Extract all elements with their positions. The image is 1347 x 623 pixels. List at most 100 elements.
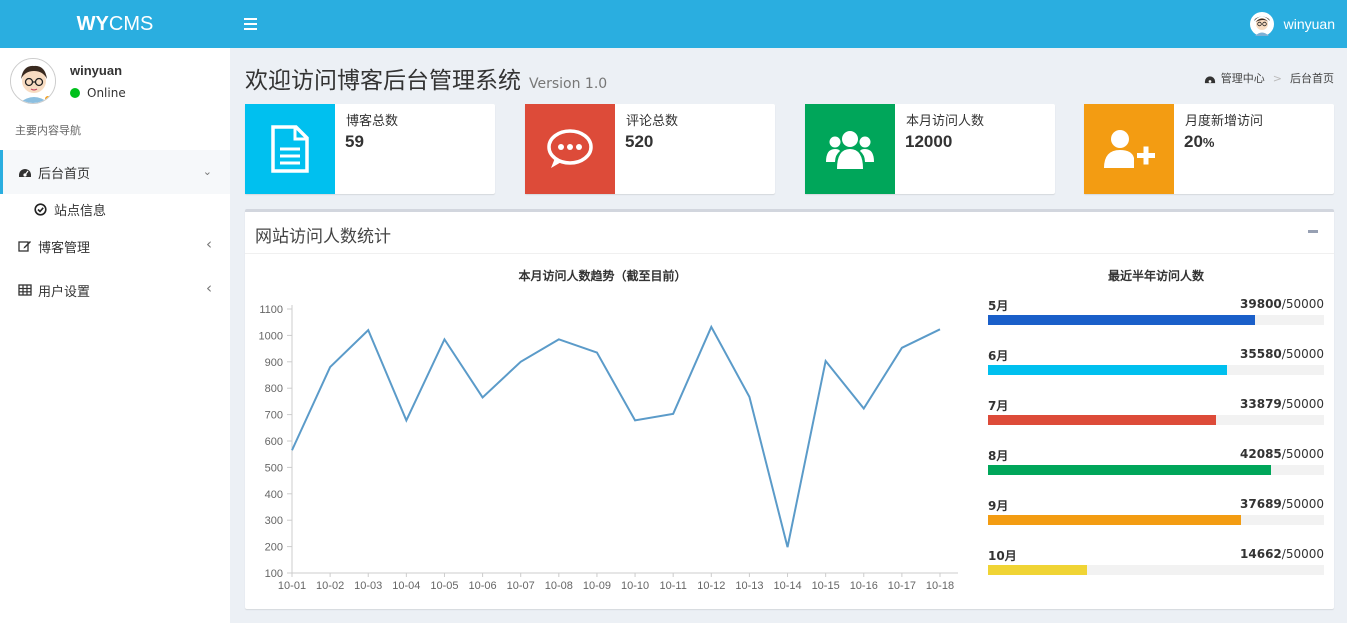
x-tick-label: 10-11	[660, 580, 687, 592]
progress-fill	[988, 515, 1242, 525]
info-box-value: 20%	[1184, 132, 1214, 152]
progress-track	[988, 365, 1324, 375]
progress-max: /50000	[1281, 447, 1324, 461]
sidebar: winyuan Online 主要内容导航 后台首页 ⌄ 站点信息 博客管理 ‹…	[0, 48, 230, 623]
x-tick-label: 10-04	[392, 580, 420, 592]
progress-label: 5月	[988, 299, 1009, 313]
sidebar-item-user-settings[interactable]: 用户设置 ‹	[0, 268, 230, 312]
progress-max: /50000	[1281, 497, 1324, 511]
progress-track	[988, 515, 1324, 525]
info-box-number: 20	[1184, 132, 1203, 151]
progress-max: /50000	[1281, 347, 1324, 361]
sidebar-username: winyuan	[70, 63, 123, 78]
progress-number: 37689	[1240, 497, 1282, 511]
breadcrumb-link-home[interactable]: 管理中心	[1221, 70, 1265, 86]
online-dot-icon	[70, 88, 80, 98]
top-navbar: WYCMS winyuan	[0, 0, 1347, 48]
dashboard-icon	[18, 165, 32, 179]
y-tick-label: 400	[265, 489, 283, 501]
progress-row: 8月 42085/50000	[988, 447, 1324, 477]
logo-rest: CMS	[108, 13, 154, 35]
panel-title: 网站访问人数统计	[255, 227, 391, 247]
subitem-label: 站点信息	[54, 203, 107, 219]
y-tick-label: 900	[265, 357, 283, 369]
progress-number: 42085	[1240, 447, 1282, 461]
y-tick-label: 500	[265, 462, 283, 474]
x-tick-label: 10-13	[735, 580, 763, 592]
progress-value: 33879/50000	[1240, 397, 1324, 411]
page-title-text: 欢迎访问博客后台管理系统	[245, 68, 521, 94]
table-icon	[18, 283, 32, 297]
x-tick-label: 10-10	[621, 580, 649, 592]
info-box-blog-count: 博客总数 59	[245, 104, 495, 194]
progress-fill	[988, 465, 1271, 475]
progress-value: 39800/50000	[1240, 297, 1324, 311]
progress-max: /50000	[1281, 397, 1324, 411]
breadcrumb: 管理中心 > 后台首页	[1204, 70, 1334, 86]
info-box-value: 59	[345, 132, 364, 151]
progress-track	[988, 415, 1324, 425]
progress-fill	[988, 365, 1228, 375]
version-label: Version 1.0	[529, 76, 608, 92]
edit-icon	[18, 239, 32, 253]
user-plus-icon	[1084, 104, 1174, 194]
x-tick-label: 10-14	[773, 580, 801, 592]
info-box-comment-count: 评论总数 520	[525, 104, 775, 194]
info-box-unit: %	[1202, 135, 1215, 150]
nav-header: 主要内容导航	[15, 124, 81, 137]
logo-bold: WY	[76, 13, 109, 35]
progress-max: /50000	[1281, 297, 1324, 311]
sidebar-item-label: 用户设置	[38, 284, 91, 300]
user-menu[interactable]: winyuan	[1249, 11, 1335, 37]
avatar	[10, 58, 56, 104]
progress-track	[988, 565, 1324, 575]
x-tick-label: 10-07	[507, 580, 535, 592]
x-tick-label: 10-18	[926, 580, 954, 592]
chevron-left-icon: ‹	[206, 279, 212, 297]
status-indicator: Online	[70, 86, 126, 100]
document-icon	[245, 104, 335, 194]
info-box-monthly-visitors: 本月访问人数 12000	[805, 104, 1055, 194]
x-tick-label: 10-08	[545, 580, 573, 592]
x-tick-label: 10-02	[316, 580, 344, 592]
sidebar-item-dashboard[interactable]: 后台首页 ⌄	[0, 150, 230, 194]
progress-number: 39800	[1240, 297, 1282, 311]
trend-chart-title: 本月访问人数趋势（截至目前）	[518, 269, 687, 283]
progress-row: 10月 14662/50000	[988, 547, 1324, 577]
x-tick-label: 10-01	[278, 580, 306, 592]
series-line	[291, 324, 941, 548]
progress-value: 37689/50000	[1240, 497, 1324, 511]
collapse-icon[interactable]	[1308, 230, 1318, 233]
info-box-label: 博客总数	[346, 114, 399, 129]
avatar	[1249, 12, 1274, 36]
y-tick-label: 1000	[259, 330, 283, 342]
progress-number: 14662	[1240, 547, 1282, 561]
dashboard-icon	[1204, 73, 1216, 84]
progress-label: 9月	[988, 499, 1009, 513]
progress-row: 5月 39800/50000	[988, 297, 1324, 327]
info-box-label: 月度新增访问	[1185, 114, 1264, 129]
progress-value: 14662/50000	[1240, 547, 1324, 561]
trend-line-chart: 100 200 300 400 500 600 700 800 900 1000 1100 10-01…	[259, 304, 958, 592]
stats-panel: 网站访问人数统计 本月访问人数趋势（截至目前） 100 200 300 400 500 6…	[245, 209, 1334, 609]
progress-label: 8月	[988, 449, 1009, 463]
x-tick-label: 10-03	[354, 580, 382, 592]
sidebar-toggle-icon[interactable]	[244, 15, 258, 31]
breadcrumb-current: 后台首页	[1290, 72, 1334, 85]
app-logo[interactable]: WYCMS	[0, 0, 230, 48]
progress-track	[988, 315, 1324, 325]
sidebar-item-blog-management[interactable]: 博客管理 ‹	[0, 224, 230, 268]
progress-max: /50000	[1281, 547, 1324, 561]
breadcrumb-separator: >	[1272, 71, 1282, 85]
x-tick-label: 10-12	[697, 580, 725, 592]
y-tick-label: 600	[265, 436, 283, 448]
info-box-monthly-new-visits: 月度新增访问 20%	[1084, 104, 1334, 194]
sidebar-subitem-site-info[interactable]: 站点信息	[34, 200, 107, 219]
x-tick-label: 10-17	[888, 580, 916, 592]
y-tick-label: 1100	[259, 304, 283, 316]
progress-fill	[988, 315, 1256, 325]
y-tick-label: 700	[265, 410, 283, 422]
progress-label: 7月	[988, 399, 1009, 413]
y-tick-label: 100	[265, 568, 283, 580]
info-box-label: 评论总数	[626, 114, 679, 129]
